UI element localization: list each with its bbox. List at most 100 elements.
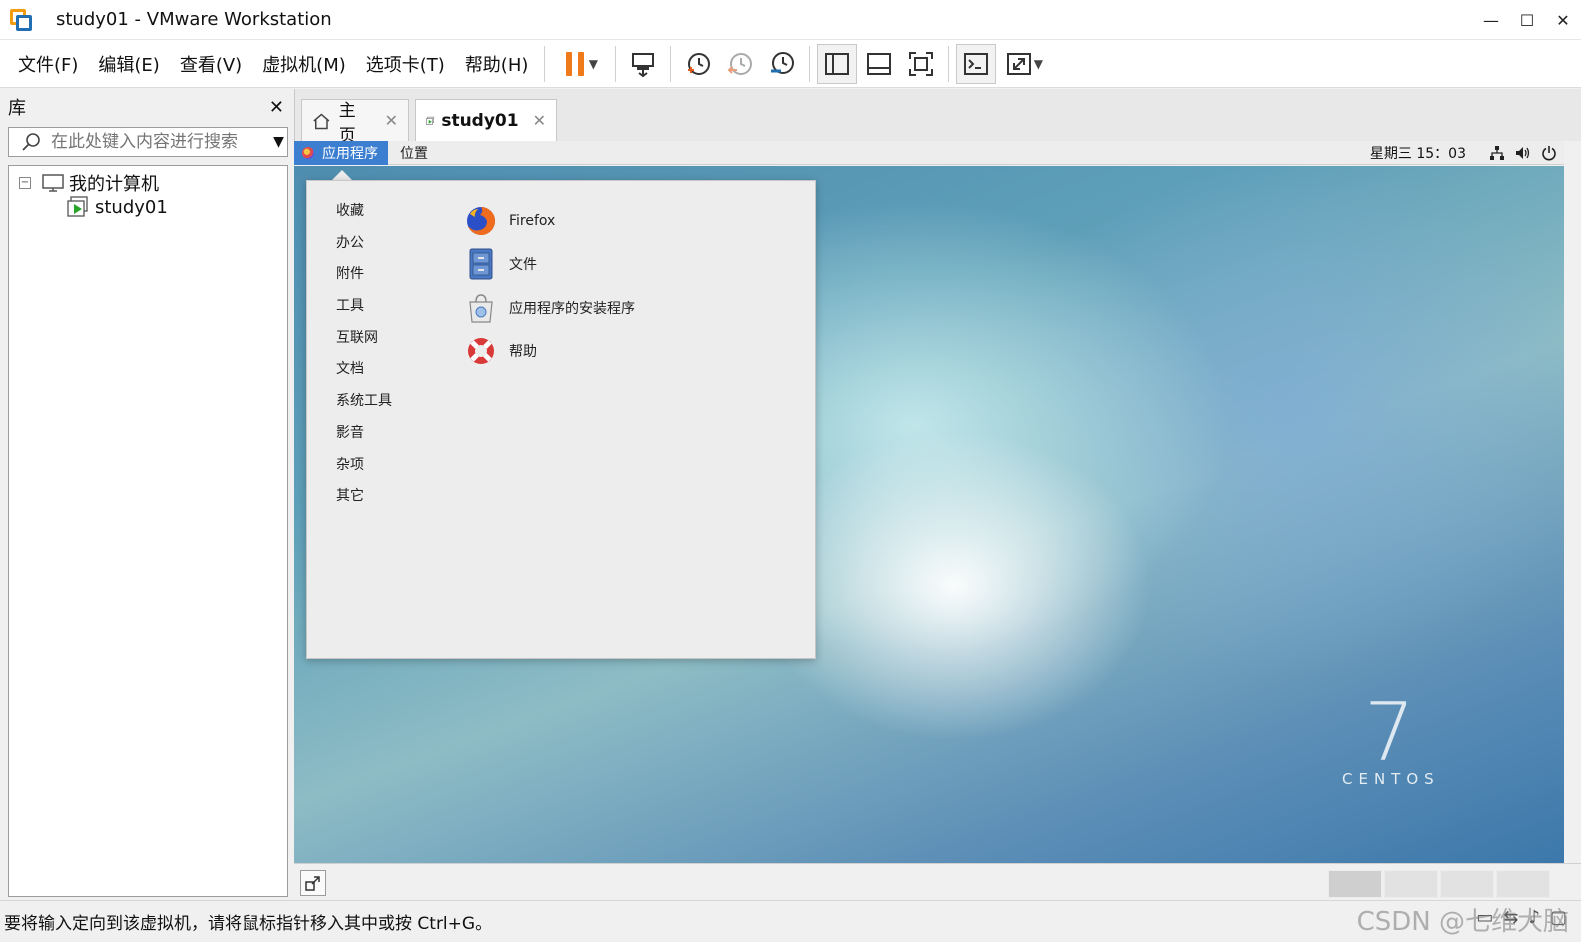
maximize-button[interactable]: ☐ <box>1509 0 1545 40</box>
app-help[interactable]: 帮助 <box>465 330 635 374</box>
menu-bar: 文件(F) 编辑(E) 查看(V) 虚拟机(M) 选项卡(T) 帮助(H) ▼ … <box>0 40 1581 88</box>
tab-close-button[interactable]: ✕ <box>385 111 398 130</box>
window-title: study01 - VMware Workstation <box>56 9 332 30</box>
pause-button[interactable]: ▼ <box>552 44 608 84</box>
app-label: Firefox <box>509 212 556 229</box>
toolbar-separator <box>948 45 950 82</box>
tab-close-button[interactable]: ✕ <box>533 111 546 130</box>
snapshot-revert-icon <box>727 52 753 75</box>
app-files[interactable]: 文件 <box>465 243 635 287</box>
snapshot-manager-button[interactable] <box>762 44 802 84</box>
menu-pointer <box>332 170 352 180</box>
app-label: 文件 <box>509 257 537 274</box>
vm-running-icon <box>426 116 435 125</box>
firefox-icon <box>465 205 497 237</box>
toolbar-separator <box>544 45 546 82</box>
workspace-thumbnail[interactable] <box>1384 870 1438 898</box>
applications-label: 应用程序 <box>322 145 378 162</box>
menu-tabs[interactable]: 选项卡(T) <box>356 40 455 88</box>
stretch-button[interactable]: ▼ <box>998 44 1050 84</box>
app-firefox[interactable]: Firefox <box>465 199 635 243</box>
volume-icon[interactable] <box>1512 141 1534 165</box>
console-view-button[interactable] <box>956 43 997 84</box>
snapshot-take-icon <box>688 52 711 75</box>
centos-wordmark: CENTOS <box>1342 770 1440 788</box>
workspace-thumbnail[interactable] <box>1440 870 1494 898</box>
revert-snapshot-button[interactable] <box>720 44 760 84</box>
library-close-button[interactable]: ✕ <box>269 97 284 118</box>
places-menu-button[interactable]: 位置 <box>388 143 440 163</box>
category-office[interactable]: 办公 <box>336 232 392 264</box>
status-bar: 要将输入定向到该虚拟机，请将鼠标指针移入其中或按 Ctrl+G。 ▭ ⇆ ♪ ▢… <box>0 900 1581 942</box>
fit-guest-button[interactable] <box>300 870 326 896</box>
csdn-watermark: CSDN @七维大脑 <box>1356 907 1569 937</box>
category-favorites[interactable]: 收藏 <box>336 200 392 232</box>
stretch-icon <box>1006 52 1031 75</box>
take-snapshot-button[interactable] <box>678 44 718 84</box>
tree-node-label: 我的计算机 <box>69 174 159 195</box>
toolbar-separator <box>615 45 617 82</box>
power-icon[interactable] <box>1538 141 1560 165</box>
toolbar-separator <box>670 45 672 82</box>
category-misc[interactable]: 杂项 <box>336 454 392 486</box>
tab-home[interactable]: 主页 ✕ <box>301 99 409 146</box>
full-screen-icon <box>909 51 934 76</box>
guest-display[interactable]: 应用程序 位置 星期三 15：03 7 CENTOS 收藏 办公 附件 工具 互… <box>294 141 1564 863</box>
toolbar-separator <box>809 45 811 82</box>
centos-version-number: 7 <box>1364 686 1415 779</box>
library-tree: − 我的计算机 study01 <box>8 165 288 897</box>
menu-help[interactable]: 帮助(H) <box>455 40 539 88</box>
close-button[interactable]: ✕ <box>1545 0 1581 40</box>
chevron-down-icon[interactable]: ▼ <box>270 134 287 150</box>
menu-file[interactable]: 文件(F) <box>8 40 88 88</box>
snapshot-manager-icon <box>771 51 795 74</box>
network-icon[interactable] <box>1486 141 1508 165</box>
pause-icon <box>563 51 587 76</box>
chevron-down-icon[interactable]: ▼ <box>589 57 598 71</box>
library-search-input[interactable] <box>51 132 270 152</box>
vm-bottom-bar <box>294 863 1581 899</box>
clock[interactable]: 星期三 15：03 <box>1370 143 1466 163</box>
status-message: 要将输入定向到该虚拟机，请将鼠标指针移入其中或按 Ctrl+G。 <box>4 914 493 934</box>
app-list: Firefox 文件 应用程序的安装程序 帮助 <box>465 199 635 373</box>
library-view-button[interactable] <box>817 43 858 84</box>
category-accessories[interactable]: 附件 <box>336 263 392 295</box>
app-software-installer[interactable]: 应用程序的安装程序 <box>465 286 635 330</box>
vm-tab-strip: 主页 ✕ study01 ✕ <box>294 89 1581 146</box>
menu-edit[interactable]: 编辑(E) <box>88 40 169 88</box>
thumbnail-view-button[interactable] <box>859 44 899 84</box>
category-tools[interactable]: 工具 <box>336 295 392 327</box>
library-view-icon <box>825 52 850 75</box>
menu-vm[interactable]: 虚拟机(M) <box>252 40 356 88</box>
tree-node-label: study01 <box>95 196 168 218</box>
library-panel: 库 ✕ ▼ − 我的计算机 study01 <box>0 89 292 898</box>
tree-collapse-toggle[interactable]: − <box>19 177 31 189</box>
category-list: 收藏 办公 附件 工具 互联网 文档 系统工具 影音 杂项 其它 <box>336 200 392 517</box>
gnome-top-bar: 应用程序 位置 星期三 15：03 <box>294 141 1564 165</box>
workspace-thumbnail[interactable] <box>1496 870 1550 898</box>
category-other[interactable]: 其它 <box>336 485 392 517</box>
home-icon <box>313 112 330 129</box>
category-internet[interactable]: 互联网 <box>336 327 392 359</box>
tree-node-study01[interactable]: study01 <box>67 196 168 218</box>
vmware-logo-icon <box>8 7 34 33</box>
title-bar: study01 - VMware Workstation — ☐ ✕ <box>0 0 1581 40</box>
send-ctrl-alt-del-icon <box>632 52 655 77</box>
console-view-icon <box>964 52 989 75</box>
category-media[interactable]: 影音 <box>336 422 392 454</box>
chevron-down-icon[interactable]: ▼ <box>1034 57 1043 71</box>
tab-study01[interactable]: study01 ✕ <box>415 99 557 141</box>
search-icon <box>21 131 43 153</box>
menu-view[interactable]: 查看(V) <box>170 40 252 88</box>
app-label: 应用程序的安装程序 <box>509 300 635 317</box>
category-documents[interactable]: 文档 <box>336 358 392 390</box>
minimize-button[interactable]: — <box>1473 0 1509 40</box>
full-screen-button[interactable] <box>901 44 941 84</box>
gnome-foot-icon <box>302 146 314 159</box>
tab-label: study01 <box>441 110 519 131</box>
workspace-thumbnail[interactable] <box>1328 870 1382 898</box>
applications-menu-button[interactable]: 应用程序 <box>294 141 388 165</box>
send-ctrl-alt-del-button[interactable] <box>623 44 663 84</box>
category-system-tools[interactable]: 系统工具 <box>336 390 392 422</box>
tree-node-my-computer[interactable]: − 我的计算机 <box>19 170 159 196</box>
